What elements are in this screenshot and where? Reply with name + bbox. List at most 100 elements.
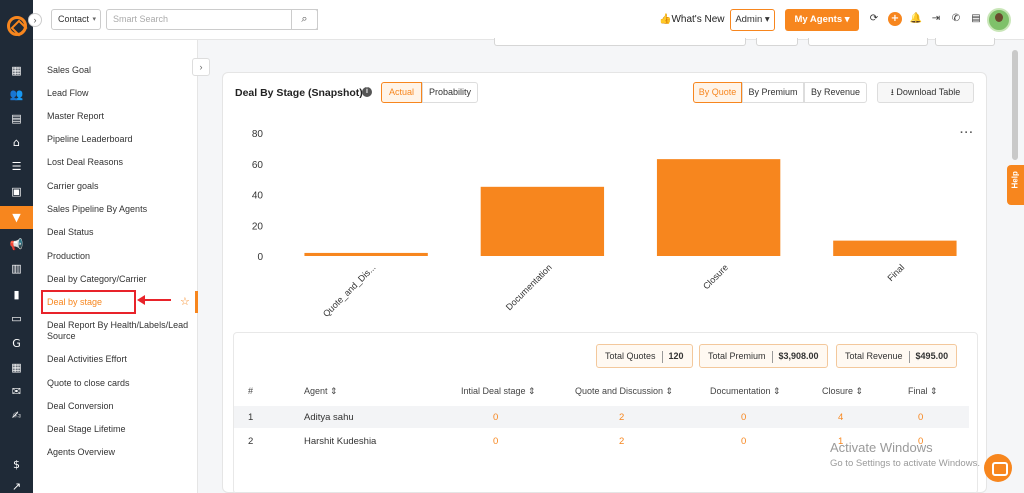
menu-item-deal-activities-effort[interactable]: Deal Activities Effort: [47, 354, 197, 365]
add-icon[interactable]: +: [888, 12, 902, 26]
cell-initial-stage[interactable]: 0: [493, 412, 498, 423]
bar-chart-icon[interactable]: ▮: [8, 286, 25, 303]
col-header-final[interactable]: Final ⇕: [908, 386, 938, 397]
menu-item-lead-flow[interactable]: Lead Flow: [47, 88, 197, 99]
download-table-button[interactable]: ⭳ Download Table: [877, 82, 974, 103]
menu-item-deal-conversion[interactable]: Deal Conversion: [47, 401, 197, 412]
total-quotes-label: Total Quotes: [605, 351, 656, 361]
menu-item-agents-overview[interactable]: Agents Overview: [47, 447, 197, 458]
filter-field[interactable]: [935, 38, 995, 46]
col-header-initial-stage[interactable]: Intial Deal stage ⇕: [461, 386, 536, 397]
bar[interactable]: [656, 159, 781, 256]
total-revenue-label: Total Revenue: [845, 351, 903, 361]
cell-agent: Aditya sahu: [304, 412, 354, 423]
cell-quote-discussion[interactable]: 2: [619, 436, 624, 447]
my-agents-label: My Agents: [794, 14, 843, 25]
total-quotes-value: 120: [668, 351, 684, 361]
y-tick-label: 20: [252, 221, 264, 232]
y-tick-label: 60: [252, 160, 264, 171]
bar[interactable]: [304, 252, 428, 256]
col-header-documentation[interactable]: Documentation ⇕: [710, 386, 781, 397]
documents-icon[interactable]: ▤: [8, 110, 25, 127]
cell-quote-discussion[interactable]: 2: [619, 412, 624, 423]
folder-icon[interactable]: ▭: [8, 310, 25, 327]
menu-item-deal-status[interactable]: Deal Status: [47, 227, 197, 238]
search-input[interactable]: Smart Search: [106, 9, 318, 30]
menu-item-deal-stage-lifetime[interactable]: Deal Stage Lifetime: [47, 424, 197, 435]
mail-icon[interactable]: ✉: [8, 383, 25, 400]
bar[interactable]: [480, 186, 605, 256]
refresh-icon[interactable]: ⟳: [867, 12, 881, 26]
total-revenue-value: $495.00: [915, 351, 949, 361]
calendar-icon[interactable]: ▦: [8, 359, 25, 376]
menu-item-pipeline-leaderboard[interactable]: Pipeline Leaderboard: [47, 134, 197, 145]
signature-icon[interactable]: ✍: [8, 407, 25, 424]
avatar[interactable]: [987, 8, 1011, 32]
deal-stage-bar-chart: 0 20 40 60 80 Quote_and_Dis... Documentation Cl…: [252, 129, 957, 319]
info-icon[interactable]: i: [362, 87, 372, 97]
cell-documentation[interactable]: 0: [741, 412, 746, 423]
whats-new-link[interactable]: 👍What's New: [659, 14, 724, 25]
menu-item-lost-deal-reasons[interactable]: Lost Deal Reasons: [47, 157, 197, 168]
cell-index: 2: [248, 436, 254, 447]
trend-icon[interactable]: ↗: [8, 478, 25, 493]
x-tick-label: Closure: [701, 262, 730, 291]
actual-toggle[interactable]: Actual: [381, 82, 422, 103]
menu-item-sales-goal[interactable]: Sales Goal: [47, 65, 197, 76]
menu-item-sales-pipeline-by-agents[interactable]: Sales Pipeline By Agents: [47, 204, 197, 215]
total-quotes-badge: Total Quotes 120: [596, 344, 693, 368]
probability-toggle[interactable]: Probability: [422, 82, 478, 103]
funnel-icon[interactable]: ▼: [0, 206, 33, 229]
clipboard-icon[interactable]: ▤: [969, 12, 983, 26]
cell-initial-stage[interactable]: 0: [493, 436, 498, 447]
filter-field[interactable]: [494, 38, 746, 46]
menu-item-quote-to-close-cards[interactable]: Quote to close cards: [47, 378, 197, 389]
col-header-quote-discussion[interactable]: Quote and Discussion ⇕: [575, 386, 673, 397]
admin-dropdown[interactable]: Admin ▾: [730, 9, 775, 31]
phone-icon[interactable]: ✆: [949, 12, 963, 26]
menu-item-carrier-goals[interactable]: Carrier goals: [47, 181, 197, 192]
col-header-agent[interactable]: Agent ⇕: [304, 386, 338, 397]
megaphone-icon[interactable]: 📢: [8, 236, 25, 253]
bank-icon[interactable]: ⌂: [8, 134, 25, 151]
total-revenue-badge: Total Revenue $495.00: [836, 344, 958, 368]
bell-icon[interactable]: 🔔: [909, 12, 923, 26]
chat-icon[interactable]: [984, 454, 1012, 482]
collapse-menu-button[interactable]: ›: [192, 58, 210, 76]
bar[interactable]: [833, 240, 957, 256]
filter-field[interactable]: [756, 38, 798, 46]
menu-item-master-report[interactable]: Master Report: [47, 111, 197, 122]
rail-expand-button[interactable]: ›: [28, 13, 42, 27]
menu-item-production[interactable]: Production: [47, 251, 197, 262]
y-tick-label: 40: [252, 191, 264, 202]
dollar-icon[interactable]: $: [8, 456, 25, 473]
search-icon[interactable]: ⌕: [291, 9, 318, 30]
help-tab[interactable]: Help: [1007, 165, 1024, 205]
dashboard-icon[interactable]: ▦: [8, 62, 25, 79]
cell-closure[interactable]: 4: [838, 412, 843, 423]
menu-item-deal-by-category-carrier[interactable]: Deal by Category/Carrier: [47, 274, 197, 285]
by-premium-tab[interactable]: By Premium: [742, 82, 804, 103]
logout-icon[interactable]: ⇥: [929, 12, 943, 26]
google-icon[interactable]: G: [8, 335, 25, 352]
list-icon[interactable]: ☰: [8, 158, 25, 175]
cell-documentation[interactable]: 0: [741, 436, 746, 447]
deal-by-stage-card: Deal By Stage (Snapshot) i Actual Probab…: [222, 72, 987, 493]
contacts-icon[interactable]: 👥: [8, 86, 25, 103]
contact-select[interactable]: Contact ▾: [51, 9, 101, 30]
menu-item-deal-report-by-health[interactable]: Deal Report By Health/Labels/Lead Source: [47, 320, 197, 342]
cell-final[interactable]: 0: [918, 412, 923, 423]
by-revenue-tab[interactable]: By Revenue: [804, 82, 867, 103]
profile-card-icon[interactable]: ▣: [8, 183, 25, 200]
star-icon[interactable]: ☆: [180, 295, 190, 308]
app-logo-icon[interactable]: [7, 16, 27, 36]
my-agents-button[interactable]: My Agents ▾: [785, 9, 859, 31]
x-tick-label: Documentation: [504, 262, 554, 312]
by-quote-tab[interactable]: By Quote: [693, 82, 742, 103]
table-row[interactable]: 1 Aditya sahu 0 2 0 4 0: [234, 406, 969, 428]
book-icon[interactable]: ▥: [8, 260, 25, 277]
help-label: Help: [1010, 171, 1020, 189]
page-scrollbar[interactable]: [1012, 50, 1018, 160]
col-header-closure[interactable]: Closure ⇕: [822, 386, 863, 397]
filter-field[interactable]: [808, 38, 928, 46]
